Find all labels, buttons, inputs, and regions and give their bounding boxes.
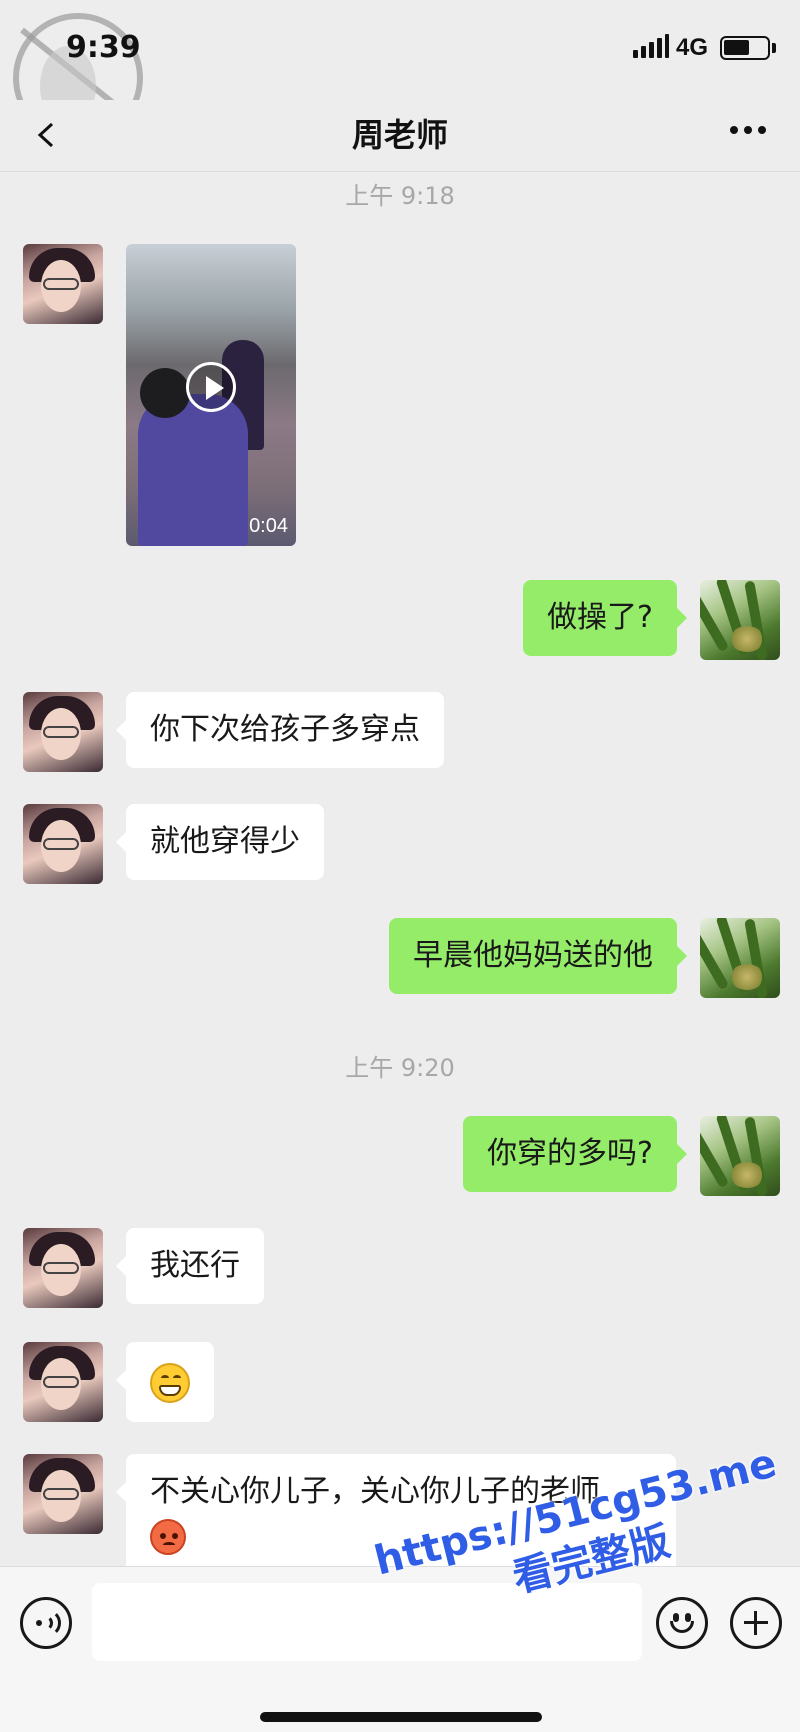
network-type: 4G [676, 34, 709, 61]
message-bubble-self[interactable]: 做操了? [523, 580, 687, 656]
nav-bar: 周老师 [0, 100, 800, 172]
status-bar: 9:39 4G [0, 0, 800, 143]
angry-face-icon [150, 1518, 186, 1555]
self-avatar[interactable] [700, 580, 780, 660]
message-bubble-other[interactable]: 就他穿得少 [116, 804, 324, 880]
teacher-avatar[interactable] [23, 1342, 103, 1422]
message-input[interactable] [92, 1583, 642, 1661]
more-icon[interactable] [728, 124, 768, 136]
time-stamp: 上午 9:18 [345, 182, 455, 210]
message-bubble-self[interactable]: 你穿的多吗? [463, 1116, 687, 1192]
teacher-avatar[interactable] [23, 804, 103, 884]
video-duration: 0:04 [249, 515, 288, 537]
message-bubble-other[interactable]: 你下次给孩子多穿点 [116, 692, 444, 768]
video-thumbnail-figure [138, 394, 248, 546]
teacher-avatar[interactable] [23, 1228, 103, 1308]
input-bar [0, 1566, 800, 1732]
teacher-avatar[interactable] [23, 1454, 103, 1534]
teacher-avatar[interactable] [23, 244, 103, 324]
message-text: 就他穿得少 [150, 824, 300, 859]
message-text: 你下次给孩子多穿点 [150, 712, 420, 747]
self-avatar[interactable] [700, 1116, 780, 1196]
message-text: 不关心你儿子，关心你儿子的老师 [150, 1474, 600, 1509]
message-text: 我还行 [150, 1248, 240, 1283]
chat-title: 周老师 [351, 116, 448, 154]
message-bubble-other[interactable] [116, 1342, 214, 1422]
play-icon[interactable] [186, 362, 236, 412]
video-thumbnail-figure [140, 368, 190, 418]
plus-icon[interactable] [730, 1597, 782, 1649]
message-text: 你穿的多吗? [487, 1136, 653, 1171]
time-stamp: 上午 9:20 [345, 1054, 455, 1082]
battery-icon [720, 36, 770, 60]
battery-fill [724, 40, 749, 55]
home-indicator[interactable] [260, 1712, 542, 1722]
video-message[interactable]: 0:04 [126, 244, 296, 546]
emoji-icon[interactable] [656, 1597, 708, 1649]
battery-tip [772, 43, 776, 53]
signal-icon [633, 34, 669, 58]
self-avatar[interactable] [700, 918, 780, 998]
message-text: 做操了? [547, 600, 653, 635]
teacher-avatar[interactable] [23, 692, 103, 772]
message-bubble-other[interactable]: 我还行 [116, 1228, 264, 1304]
message-bubble-other[interactable]: 不关心你儿子，关心你儿子的老师 [116, 1454, 676, 1574]
message-bubble-self[interactable]: 早晨他妈妈送的他 [389, 918, 687, 994]
status-time: 9:39 [66, 30, 141, 65]
voice-icon[interactable] [20, 1597, 72, 1649]
message-text: 早晨他妈妈送的他 [413, 938, 653, 973]
grinning-face-icon [150, 1362, 190, 1403]
